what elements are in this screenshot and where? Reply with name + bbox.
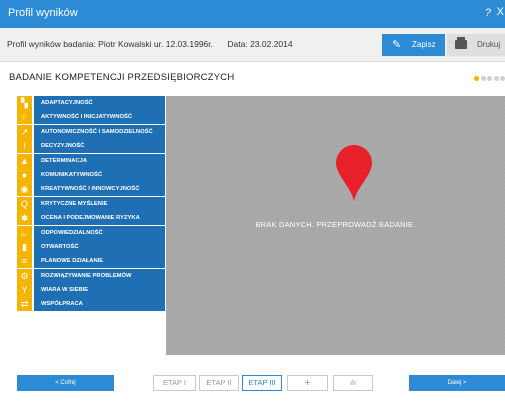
climber-icon: ↗: [17, 124, 32, 139]
next-button[interactable]: Dalej >: [409, 375, 505, 391]
acrobat-icon: ✱: [17, 211, 32, 226]
profile-info: Profil wyników badania: Piotr Kowalski u…: [7, 39, 293, 49]
stage-3-tab[interactable]: ETAP III: [242, 375, 282, 391]
competency-label: KOMUNIKATYWNOŚĆ: [34, 167, 165, 182]
profile-text: Profil wyników badania: Piotr Kowalski u…: [7, 39, 214, 49]
print-button[interactable]: Drukuj: [447, 34, 505, 56]
hand-icon: ✋: [17, 225, 32, 240]
window-title: Profil wyników: [8, 7, 78, 19]
competency-label: ROZWIĄZYWANIE PROBLEMÓW: [34, 268, 165, 283]
competency-label: DETERMINACJA: [34, 153, 165, 168]
printer-icon: [455, 37, 467, 49]
print-label: Drukuj: [477, 40, 501, 49]
competency-item[interactable]: ⚡ AKTYWNOŚĆ I INICJATYWNOŚĆ: [17, 110, 165, 125]
competency-item[interactable]: ⇄ WSPÓŁPRACA: [17, 297, 165, 312]
competency-label: ODPOWIEDZIALNOŚĆ: [34, 225, 165, 240]
competency-label: DECYZYJNOŚĆ: [34, 139, 165, 154]
page-title: BADANIE KOMPETENCJI PRZEDSIĘBIORCZYCH: [9, 72, 235, 83]
save-label: Zapisz: [412, 40, 436, 49]
competency-label: OCENA I PODEJMOWANIE RYZYKA: [34, 211, 165, 226]
stage-1-tab[interactable]: ETAP I: [153, 375, 196, 391]
gears-icon: ⚙: [17, 268, 32, 283]
footer-nav: < Cofnij ETAP I ETAP II ETAP III + ılı D…: [0, 367, 505, 405]
competency-label: ADAPTACYJNOŚĆ: [34, 96, 165, 110]
help-icon[interactable]: ?: [485, 7, 491, 19]
add-stage-button[interactable]: +: [287, 375, 328, 391]
progress-dot: [500, 76, 505, 81]
jigsaw-icon: ▚: [17, 96, 32, 110]
magnifier-icon: Q: [17, 196, 32, 211]
competency-item[interactable]: ✱ OCENA I PODEJMOWANIE RYZYKA: [17, 211, 165, 226]
competency-label: KRYTYCZNE MYŚLENIE: [34, 196, 165, 211]
progress-dot: [480, 76, 486, 81]
mountain-icon: ▲: [17, 153, 32, 168]
progress-dot: [487, 76, 492, 81]
close-icon[interactable]: X: [497, 6, 504, 18]
competency-label: WIARA W SIEBIE: [34, 283, 165, 298]
no-data-message: BRAK DANYCH. PRZEPROWADŹ BADANIE.: [255, 220, 416, 229]
competency-item[interactable]: ▲ DETERMINACJA: [17, 153, 165, 168]
progress-dot: [493, 76, 499, 81]
lightbulb-icon: ◉: [17, 182, 32, 197]
competency-label: OTWARTOŚĆ: [34, 239, 165, 254]
progress-dot: [474, 76, 479, 81]
date-text: Data: 23.02.2014: [227, 39, 293, 49]
competency-label: AUTONOMICZNOŚĆ I SAMODZIELNOŚĆ: [34, 124, 165, 139]
checklist-icon: ≡: [17, 254, 32, 269]
competency-label: KREATYWNOŚĆ I INNOWCYJNOŚĆ: [34, 182, 165, 197]
competency-item[interactable]: ! DECYZYJNOŚĆ: [17, 139, 165, 154]
runner-icon: ⚡: [17, 110, 32, 125]
competency-item[interactable]: ⚙ ROZWIĄZYWANIE PROBLEMÓW: [17, 268, 165, 283]
map-pin-icon: [336, 145, 372, 201]
door-icon: ▮: [17, 239, 32, 254]
competency-item[interactable]: ▮ OTWARTOŚĆ: [17, 239, 165, 254]
results-panel: BRAK DANYCH. PRZEPROWADŹ BADANIE.: [166, 96, 505, 355]
competency-item[interactable]: Q KRYTYCZNE MYŚLENIE: [17, 196, 165, 211]
competency-item[interactable]: ◉ KREATYWNOŚĆ I INNOWCYJNOŚĆ: [17, 182, 165, 197]
competency-item[interactable]: ↗ AUTONOMICZNOŚĆ I SAMODZIELNOŚĆ: [17, 124, 165, 139]
save-button[interactable]: ✎ Zapisz: [382, 34, 445, 56]
competency-label: PLANOWE DZIAŁANIE: [34, 254, 165, 269]
speech-bubble-icon: ●: [17, 167, 32, 182]
chart-icon[interactable]: ılı: [333, 375, 373, 391]
person-arms-up-icon: Y: [17, 283, 32, 298]
competency-item[interactable]: ✋ ODPOWIEDZIALNOŚĆ: [17, 225, 165, 240]
pencil-icon: ✎: [392, 39, 402, 51]
competency-label: WSPÓŁPRACA: [34, 297, 165, 312]
handshake-icon: ⇄: [17, 297, 32, 312]
back-button[interactable]: < Cofnij: [17, 375, 114, 391]
info-bar: Profil wyników badania: Piotr Kowalski u…: [0, 28, 505, 62]
competency-item[interactable]: ≡ PLANOWE DZIAŁANIE: [17, 254, 165, 269]
competency-item[interactable]: ● KOMUNIKATYWNOŚĆ: [17, 167, 165, 182]
stage-2-tab[interactable]: ETAP II: [199, 375, 239, 391]
exclamation-icon: !: [17, 139, 32, 154]
competency-label: AKTYWNOŚĆ I INICJATYWNOŚĆ: [34, 110, 165, 125]
competency-item[interactable]: ▚ ADAPTACYJNOŚĆ: [17, 96, 165, 110]
competency-item[interactable]: Y WIARA W SIEBIE: [17, 283, 165, 298]
competency-list: ▚ ADAPTACYJNOŚĆ ⚡ AKTYWNOŚĆ I INICJATYWNOŚĆ…: [17, 96, 165, 355]
title-bar: Profil wyników ? X: [0, 0, 505, 28]
